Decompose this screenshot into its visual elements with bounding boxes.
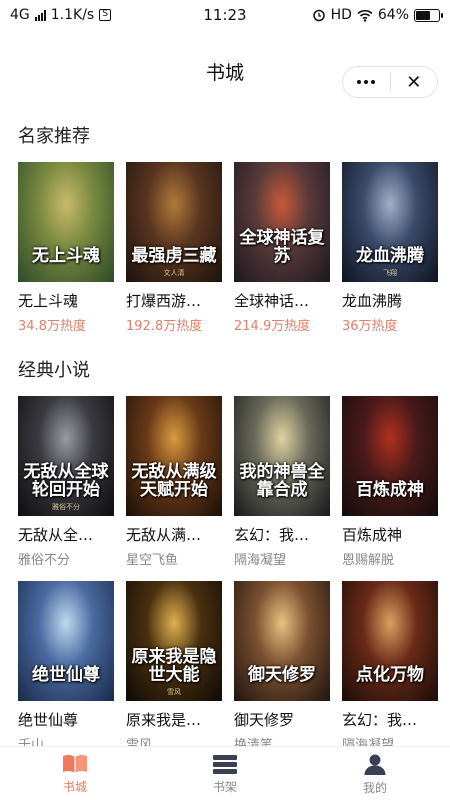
alarm-icon: [312, 9, 325, 22]
cover-title: 最强虏三藏: [131, 246, 217, 267]
close-icon: ✕: [406, 71, 422, 93]
book-row-classic-2: 绝世仙尊 绝世仙尊 千山 原来我是隐世大能雪风 原来我是… 雪风 御天修罗 御天…: [18, 581, 438, 753]
network-speed: 1.1K/s: [50, 7, 95, 23]
cover-title: 点化万物: [356, 665, 424, 686]
network-type: 4G: [10, 7, 30, 23]
user-icon: [364, 754, 386, 775]
book-title: 百炼成神: [342, 526, 403, 544]
signal-icon: [34, 9, 46, 21]
book-card[interactable]: 无敌从满级天赋开始 无敌从满… 星空飞鱼: [126, 396, 222, 568]
book-cover[interactable]: 百炼成神: [342, 396, 438, 516]
book-cover[interactable]: 龙血沸腾 飞翔: [342, 162, 438, 282]
bookshelf-icon: [213, 754, 237, 774]
book-heat: 192.8万热度: [126, 319, 203, 334]
cover-title: 绝世仙尊: [32, 665, 100, 686]
book-card[interactable]: 点化万物 玄幻：我… 隔海凝望: [342, 581, 438, 753]
cover-title: 我的神兽全靠合成: [239, 462, 325, 501]
book-heat: 214.9万热度: [234, 319, 311, 334]
cover-title: 无敌从全球轮回开始: [23, 462, 109, 501]
book-author: 恩赐解脱: [342, 553, 395, 568]
cover-author: 文人清: [163, 269, 185, 277]
book-card[interactable]: 无上斗魂 无上斗魂 34.8万热度: [18, 162, 114, 334]
bottom-tab-bar: 书城 书架 我的: [0, 746, 450, 800]
more-button[interactable]: [343, 67, 390, 97]
cover-author: 飞翔: [383, 269, 397, 277]
section-title-classic: 经典小说: [18, 360, 90, 381]
book-cover[interactable]: 绝世仙尊: [18, 581, 114, 701]
book-title: 无敌从满…: [126, 526, 202, 544]
cover-title: 龙血沸腾: [356, 246, 424, 267]
tab-mine[interactable]: 我的: [300, 747, 450, 800]
book-heat: 36万热度: [342, 319, 398, 334]
book-cover[interactable]: 点化万物: [342, 581, 438, 701]
book-title: 龙血沸腾: [342, 292, 403, 310]
nav-bar: 书城 ✕: [0, 30, 450, 102]
cover-title: 全球神话复苏: [239, 228, 325, 267]
status-bar: 4G 1.1K/s S 11:23 HD 64%: [0, 0, 450, 30]
book-cover[interactable]: 原来我是隐世大能雪风: [126, 581, 222, 701]
cover-title: 无敌从满级天赋开始: [131, 462, 217, 501]
book-card[interactable]: 无敌从全球轮回开始雅俗不分 无敌从全… 雅俗不分: [18, 396, 114, 568]
book-title: 绝世仙尊: [18, 711, 79, 729]
cover-title: 御天修罗: [248, 665, 316, 686]
book-card[interactable]: 我的神兽全靠合成 玄幻：我… 隔海凝望: [234, 396, 330, 568]
book-row-famous: 无上斗魂 无上斗魂 34.8万热度 最强虏三藏文人清 打爆西游… 192.8万热…: [18, 162, 438, 334]
status-right: HD 64%: [312, 7, 443, 23]
status-left: 4G 1.1K/s S: [10, 7, 112, 23]
book-card[interactable]: 御天修罗 御天修罗 换清笔: [234, 581, 330, 753]
book-card[interactable]: 绝世仙尊 绝世仙尊 千山: [18, 581, 114, 753]
tab-label: 我的: [362, 780, 387, 795]
book-cover[interactable]: 无上斗魂: [18, 162, 114, 282]
book-author: 雅俗不分: [18, 553, 71, 568]
cover-title: 百炼成神: [356, 480, 424, 501]
battery-icon: [414, 8, 443, 22]
mini-program-capsule: ✕: [342, 66, 438, 98]
cover-title: 无上斗魂: [32, 246, 100, 267]
book-card[interactable]: 全球神话复苏 全球神话… 214.9万热度: [234, 162, 330, 334]
book-card[interactable]: 百炼成神 百炼成神 恩赐解脱: [342, 396, 438, 568]
book-cover[interactable]: 无敌从满级天赋开始: [126, 396, 222, 516]
book-cover[interactable]: 无敌从全球轮回开始雅俗不分: [18, 396, 114, 516]
tab-bookstore[interactable]: 书城: [0, 747, 150, 800]
book-title: 玄幻：我…: [234, 526, 310, 544]
book-title: 御天修罗: [234, 711, 295, 729]
book-card[interactable]: 最强虏三藏文人清 打爆西游… 192.8万热度: [126, 162, 222, 334]
book-cover[interactable]: 我的神兽全靠合成: [234, 396, 330, 516]
book-author: 隔海凝望: [234, 553, 287, 568]
book-title: 原来我是…: [126, 711, 202, 729]
battery-percent: 64%: [377, 7, 409, 23]
tab-label: 书架: [212, 779, 237, 794]
cover-author: 雅俗不分: [52, 503, 80, 511]
wifi-icon: [357, 9, 373, 22]
book-author: 星空飞鱼: [126, 553, 179, 568]
book-title: 无敌从全…: [18, 526, 94, 544]
tab-label: 书城: [62, 779, 87, 794]
book-heat: 34.8万热度: [18, 319, 86, 334]
book-cover[interactable]: 最强虏三藏 文人清: [126, 162, 222, 282]
section-title-famous: 名家推荐: [18, 126, 90, 147]
data-saver-icon: S: [99, 9, 112, 21]
book-title: 全球神话…: [234, 292, 310, 310]
cover-title: 原来我是隐世大能: [131, 647, 217, 686]
open-book-icon: [63, 754, 87, 773]
book-cover[interactable]: 御天修罗: [234, 581, 330, 701]
book-title: 无上斗魂: [18, 292, 79, 310]
tab-bookshelf[interactable]: 书架: [150, 747, 300, 800]
book-cover[interactable]: 全球神话复苏: [234, 162, 330, 282]
book-row-classic: 无敌从全球轮回开始雅俗不分 无敌从全… 雅俗不分 无敌从满级天赋开始 无敌从满……: [18, 396, 438, 568]
book-title: 玄幻：我…: [342, 711, 418, 729]
book-title: 打爆西游…: [126, 292, 202, 310]
book-card[interactable]: 原来我是隐世大能雪风 原来我是… 雪风: [126, 581, 222, 753]
book-card[interactable]: 龙血沸腾 飞翔 龙血沸腾 36万热度: [342, 162, 438, 334]
cover-author: 雪风: [167, 688, 181, 696]
hd-badge: HD: [330, 7, 352, 23]
more-dots-icon: [357, 80, 376, 84]
close-button[interactable]: ✕: [391, 67, 438, 97]
